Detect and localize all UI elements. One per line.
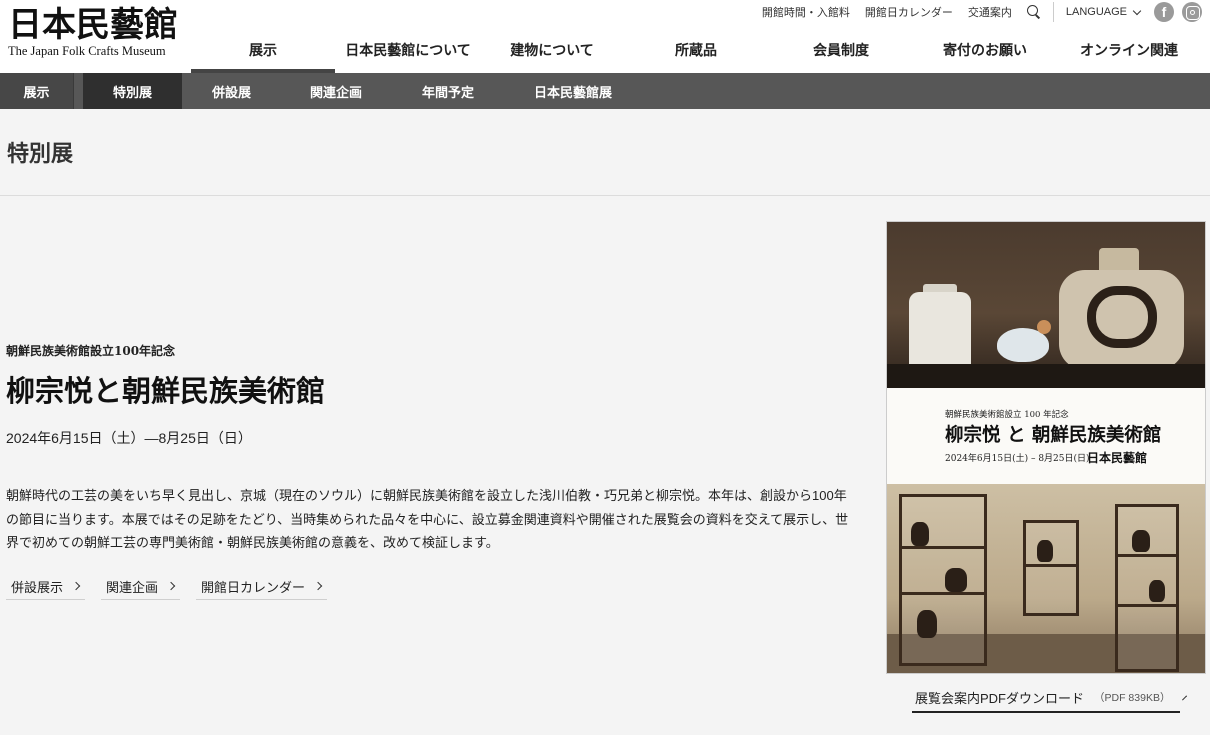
gnav-item-exhibitions[interactable]: 展示 bbox=[191, 30, 335, 73]
link-opening-calendar[interactable]: 開館日カレンダー bbox=[196, 573, 328, 600]
white-jar bbox=[909, 292, 971, 372]
poster-photo-museum-interior bbox=[887, 484, 1205, 673]
logo-english: The Japan Folk Crafts Museum bbox=[8, 44, 166, 58]
poster-logo: 日本民藝館 bbox=[1087, 451, 1148, 465]
gnav-item-collection[interactable]: 所蔵品 bbox=[623, 30, 769, 73]
poster-kicker: 朝鮮民族美術館設立 100 年記念 bbox=[945, 410, 1069, 420]
gnav-item-donation[interactable]: 寄付のお願い bbox=[913, 30, 1057, 73]
pot bbox=[917, 610, 937, 638]
pdf-download-link[interactable]: 展覧会案内PDFダウンロード （PDF 839KB） bbox=[912, 684, 1188, 713]
display-cabinet bbox=[1023, 520, 1079, 616]
search-icon[interactable] bbox=[1026, 5, 1041, 19]
global-nav: 展示 日本民藝館について 建物について 所蔵品 会員制度 寄付のお願い オンライ… bbox=[191, 30, 1201, 73]
instagram-icon[interactable] bbox=[1182, 2, 1202, 22]
exhibition-links: 併設展示 関連企画 開館日カレンダー bbox=[6, 573, 343, 600]
pdf-label: 展覧会案内PDFダウンロード bbox=[915, 691, 1085, 706]
page-title: 特別展 bbox=[7, 141, 74, 167]
pot bbox=[1149, 580, 1165, 602]
cabinet-shelf bbox=[1118, 554, 1176, 557]
exhibition-poster[interactable]: 朝鮮民族美術館設立 100 年記念 柳宗悦 と 朝鮮民族美術館 2024年6月1… bbox=[886, 221, 1206, 674]
chevron-right-icon bbox=[71, 581, 81, 591]
poster-text-band: 朝鮮民族美術館設立 100 年記念 柳宗悦 と 朝鮮民族美術館 2024年6月1… bbox=[887, 388, 1205, 484]
exhibition-dates: 2024年6月15日（土）―8月25日（日） bbox=[6, 430, 252, 446]
subnav-item-annual[interactable]: 年間予定 bbox=[391, 73, 505, 109]
util-link-calendar[interactable]: 開館日カレンダー bbox=[865, 4, 953, 20]
bird-head bbox=[1037, 320, 1051, 334]
title-divider bbox=[0, 195, 1210, 196]
pot bbox=[911, 522, 929, 546]
poster-photo-ceramics bbox=[887, 222, 1205, 388]
util-link-hours[interactable]: 開館時間・入館料 bbox=[762, 4, 850, 20]
display-cabinet bbox=[1115, 504, 1179, 672]
subnav-root[interactable]: 展示 bbox=[0, 73, 74, 109]
link-related-events[interactable]: 関連企画 bbox=[101, 573, 181, 600]
chevron-right-icon bbox=[166, 581, 176, 591]
language-label: LANGUAGE bbox=[1065, 6, 1127, 18]
exhibition-kicker: 朝鮮民族美術館設立100年記念 bbox=[6, 344, 176, 358]
pot bbox=[945, 568, 967, 592]
util-link-access[interactable]: 交通案内 bbox=[968, 4, 1012, 20]
site-header: 日本民藝館 The Japan Folk Crafts Museum 開館時間・… bbox=[0, 0, 1210, 73]
poster-title: 柳宗悦 と 朝鮮民族美術館 bbox=[945, 425, 1162, 446]
exhibition-description: 朝鮮時代の工芸の美をいち早く見出し、京城（現在のソウル）に朝鮮民族美術館を設立し… bbox=[6, 488, 849, 550]
exhibition-title: 柳宗悦と朝鮮民族美術館 bbox=[6, 374, 326, 408]
pdf-size: （PDF 839KB） bbox=[1094, 692, 1171, 704]
cabinet-shelf bbox=[1026, 564, 1076, 567]
gnav-item-about[interactable]: 日本民藝館について bbox=[335, 30, 481, 73]
bottle-pattern bbox=[1087, 286, 1157, 348]
subnav-item-related[interactable]: 関連企画 bbox=[281, 73, 391, 109]
cabinet-shelf bbox=[902, 592, 984, 595]
gnav-item-online[interactable]: オンライン関連 bbox=[1057, 30, 1201, 73]
chevron-right-icon bbox=[1182, 695, 1188, 700]
cabinet-shelf bbox=[902, 546, 984, 549]
subnav-spacer bbox=[74, 73, 83, 109]
logo-japanese: 日本民藝館 bbox=[8, 5, 178, 45]
subnav-item-museum-exhibition[interactable]: 日本民藝館展 bbox=[505, 73, 641, 109]
chevron-right-icon bbox=[313, 581, 323, 591]
site-logo[interactable]: 日本民藝館 The Japan Folk Crafts Museum bbox=[8, 5, 178, 58]
shelf bbox=[887, 364, 1205, 388]
utility-nav: 開館時間・入館料 開館日カレンダー 交通案内 LANGUAGE f bbox=[762, 0, 1210, 24]
subnav-item-special[interactable]: 特別展 bbox=[83, 73, 182, 109]
display-cabinet bbox=[899, 494, 987, 666]
pot bbox=[1037, 540, 1053, 562]
link-label: 開館日カレンダー bbox=[201, 579, 306, 595]
link-label: 併設展示 bbox=[11, 579, 64, 595]
chevron-down-icon bbox=[1132, 6, 1142, 15]
cabinet-shelf bbox=[1118, 604, 1176, 607]
pot bbox=[1132, 530, 1150, 552]
link-label: 関連企画 bbox=[106, 579, 159, 595]
sub-nav: 展示 特別展 併設展 関連企画 年間予定 日本民藝館展 bbox=[0, 73, 1210, 109]
gnav-item-building[interactable]: 建物について bbox=[481, 30, 623, 73]
facebook-icon[interactable]: f bbox=[1154, 2, 1174, 22]
divider bbox=[1052, 2, 1054, 22]
poster-date: 2024年6月15日(土) – 8月25日(日) bbox=[945, 454, 1090, 464]
subnav-item-concurrent[interactable]: 併設展 bbox=[182, 73, 281, 109]
gnav-item-membership[interactable]: 会員制度 bbox=[769, 30, 913, 73]
language-selector[interactable]: LANGUAGE bbox=[1065, 6, 1142, 18]
link-concurrent-exhibition[interactable]: 併設展示 bbox=[6, 573, 86, 600]
